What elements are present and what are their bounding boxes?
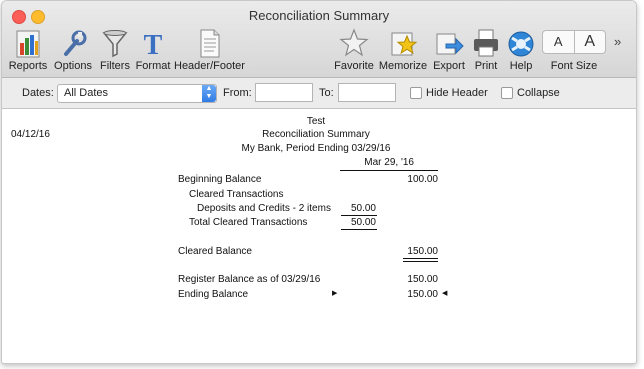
reports-button[interactable]: Reports: [8, 27, 48, 72]
beginning-balance-value: 100.00: [407, 174, 438, 185]
ending-balance-marker-right-icon: ▶: [332, 290, 338, 297]
total-cleared-value: 50.00: [350, 217, 376, 228]
filters-button[interactable]: Filters: [98, 27, 132, 72]
format-label: Format: [135, 60, 171, 72]
report-file-name: Test: [306, 116, 326, 127]
header-footer-label: Header/Footer: [174, 60, 245, 72]
options-button[interactable]: Options: [52, 27, 94, 72]
document-icon: [200, 29, 220, 58]
memorize-star-icon: [391, 32, 418, 56]
column-header: Mar 29, '16: [364, 157, 414, 168]
dates-label: Dates:: [22, 87, 54, 99]
export-label: Export: [433, 60, 465, 72]
total-cleared-underline: [341, 229, 377, 230]
filter-bar: Dates: All Dates ▲ ▼ From: To: Hide Heade…: [2, 78, 636, 109]
ending-balance-label: Ending Balance: [178, 289, 249, 300]
app-window: Reconciliation Summary Reports Options F…: [1, 0, 637, 364]
collapse-label: Collapse: [517, 87, 560, 99]
column-header-underline: [340, 170, 438, 171]
cleared-balance-double-underline: [403, 258, 438, 262]
svg-text:T: T: [144, 30, 163, 59]
dates-select-value: All Dates: [64, 87, 109, 99]
export-button[interactable]: Export: [431, 27, 467, 72]
font-size-label: Font Size: [550, 60, 598, 72]
options-label: Options: [54, 60, 92, 72]
title-bar: Reconciliation Summary Reports Options F…: [2, 1, 636, 78]
help-icon: [508, 31, 534, 57]
report-date: 04/12/16: [11, 129, 50, 140]
dates-select[interactable]: All Dates ▲ ▼: [57, 84, 217, 103]
font-size-control: A A: [542, 30, 606, 54]
report-title: Reconciliation Summary: [262, 129, 370, 140]
report-area: 04/12/16 Test Reconciliation Summary My …: [2, 109, 636, 363]
toolbar-overflow-button[interactable]: »: [614, 34, 621, 49]
funnel-icon: [102, 30, 128, 58]
reports-icon: [16, 30, 40, 58]
to-date-input[interactable]: [338, 83, 396, 102]
format-button[interactable]: T Format: [134, 27, 172, 72]
cleared-balance-value: 150.00: [407, 246, 438, 257]
font-larger-button[interactable]: A: [574, 30, 606, 54]
favorite-button[interactable]: Favorite: [332, 27, 376, 72]
cleared-balance-label: Cleared Balance: [178, 246, 252, 257]
deposits-underline: [341, 215, 377, 216]
ending-balance-marker-left-icon: ◀: [442, 290, 448, 297]
report-subtitle: My Bank, Period Ending 03/29/16: [241, 143, 391, 154]
printer-icon: [474, 29, 498, 57]
hide-header-checkbox[interactable]: [410, 87, 422, 99]
collapse-checkbox[interactable]: [501, 87, 513, 99]
favorite-label: Favorite: [334, 60, 374, 72]
cleared-transactions-label: Cleared Transactions: [189, 189, 284, 200]
register-balance-label: Register Balance as of 03/29/16: [178, 274, 321, 285]
from-date-input[interactable]: [255, 83, 313, 102]
ending-balance-value: 150.00: [407, 289, 438, 300]
total-cleared-label: Total Cleared Transactions: [189, 217, 308, 228]
export-icon: [436, 33, 464, 55]
select-arrows-icon: ▲ ▼: [202, 85, 216, 102]
star-icon: [339, 28, 369, 57]
memorize-label: Memorize: [378, 60, 428, 72]
window-title: Reconciliation Summary: [248, 8, 390, 23]
print-label: Print: [474, 60, 498, 72]
format-text-icon: T: [144, 30, 163, 59]
help-button[interactable]: Help: [504, 27, 538, 72]
font-smaller-button[interactable]: A: [542, 30, 575, 54]
deposits-credits-label: Deposits and Credits - 2 items: [197, 203, 331, 214]
help-label: Help: [509, 60, 533, 72]
to-label: To:: [319, 87, 334, 99]
print-button[interactable]: Print: [470, 27, 502, 72]
memorize-button[interactable]: Memorize: [378, 27, 428, 72]
reports-label: Reports: [8, 60, 48, 72]
register-balance-value: 150.00: [407, 274, 438, 285]
deposits-credits-value: 50.00: [350, 203, 376, 214]
filters-label: Filters: [100, 60, 130, 72]
from-label: From:: [223, 87, 252, 99]
hide-header-label: Hide Header: [426, 87, 488, 99]
wrench-icon: [64, 30, 87, 56]
header-footer-button[interactable]: Header/Footer: [174, 27, 245, 72]
beginning-balance-label: Beginning Balance: [178, 174, 262, 185]
